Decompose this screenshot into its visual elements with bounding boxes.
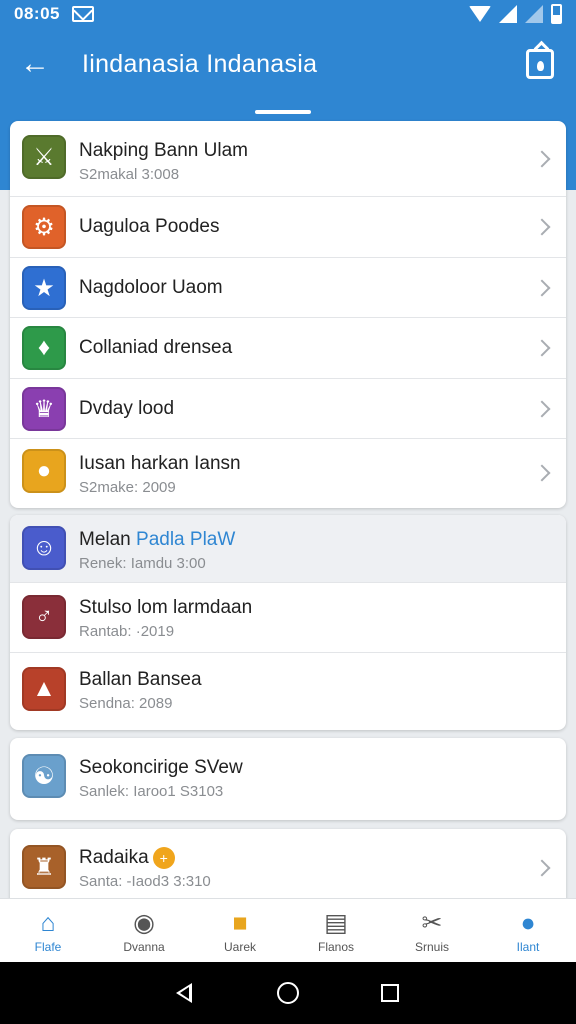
item-title-accent: Padla PlaW	[136, 529, 236, 550]
item-title: Melan Padla PlaW	[79, 529, 516, 551]
chevron-right-icon	[533, 464, 551, 482]
wifi-icon	[469, 6, 491, 22]
signal-secondary-icon	[525, 5, 543, 23]
list-item[interactable]: ● Iusan harkan Iansn S2make: 2009	[10, 439, 566, 508]
drag-handle[interactable]	[255, 110, 311, 114]
system-back-button[interactable]	[176, 983, 192, 1003]
nav-home[interactable]: ⌂ Flafe	[0, 899, 96, 962]
share-button[interactable]	[526, 49, 554, 79]
battery-icon	[551, 4, 562, 24]
fox-game-icon: ▲	[22, 667, 66, 711]
signal-icon	[499, 5, 517, 23]
system-home-button[interactable]	[277, 982, 299, 1004]
item-title-main: Melan	[79, 529, 137, 550]
nav-news[interactable]: ▤ Flanos	[288, 899, 384, 962]
news-icon: ▤	[324, 908, 348, 937]
nav-label: Flafe	[34, 939, 62, 954]
nav-label: Ilant	[516, 939, 540, 954]
item-subtitle: Rantab: ·2019	[79, 623, 175, 640]
bird-game-icon: ●	[22, 449, 66, 493]
arrow-left-icon: ←	[20, 47, 50, 80]
app-list-card-3: ☯ Seokoncirige SVew Sanlek: Iaroo1 S3103	[10, 738, 566, 820]
item-title: Collaniad drensea	[79, 337, 233, 358]
item-title: Stulso lom larmdaan	[79, 597, 253, 618]
chevron-right-icon	[533, 400, 551, 418]
nav-label: Flanos	[317, 939, 355, 954]
item-subtitle: Sanlek: Iaroo1 S3103	[79, 783, 224, 800]
item-subtitle: S2makal 3:008	[79, 166, 180, 183]
hero-game-icon: ♂	[22, 595, 66, 639]
item-subtitle: Renek: Iamdu 3:00	[79, 555, 206, 572]
robot-icon: ■	[232, 908, 248, 937]
page-title: Iindanasia Indanasia	[82, 49, 318, 78]
app-list-card-1: ⚔ Nakping Bann Ulam S2makal 3:008 ⚙ Uagu…	[10, 121, 566, 508]
cowboy-game-icon: ♜	[22, 845, 66, 889]
item-title: Uagulоa Poodes	[79, 216, 220, 237]
item-title: Nakping Bann Ulam	[79, 140, 248, 161]
item-title-text: Radaika	[79, 847, 149, 869]
girl-game-icon: ☯	[22, 754, 66, 798]
nav-label: Srnuis	[414, 939, 449, 954]
app-list-card-2: ☺ Melan Padla PlaW Renek: Iamdu 3:00 ♂ S…	[10, 515, 566, 730]
list-item-highlighted[interactable]: ☺ Melan Padla PlaW Renek: Iamdu 3:00	[10, 515, 566, 583]
item-title: Ballan Bansea	[79, 669, 202, 690]
status-indicators	[469, 4, 562, 24]
bottom-navigation: ⌂ Flafe ◉ Dvanna ■ Uarek ▤ Flanos ✂ Srnu…	[0, 898, 576, 962]
system-recents-button[interactable]	[381, 984, 399, 1002]
discover-icon: ◉	[133, 908, 155, 937]
item-title: Iusan harkan Iansn	[79, 453, 241, 474]
warrior-game-icon: ⚔	[22, 135, 66, 179]
chat-app-icon: ☺	[22, 526, 66, 570]
list-item[interactable]: ★ Nagdoloor Uaom	[10, 258, 566, 318]
chevron-right-icon	[533, 859, 551, 877]
mail-icon	[71, 6, 94, 22]
tools-icon: ✂	[421, 908, 443, 937]
status-time: 08:05	[14, 4, 60, 23]
crest-game-icon: ♛	[22, 387, 66, 431]
profile-icon: ●	[520, 908, 536, 937]
item-title: Dvday lood	[79, 398, 175, 419]
chevron-right-icon	[533, 150, 551, 168]
item-subtitle: S2make: 2009	[79, 479, 176, 496]
list-item[interactable]: ☯ Seokoncirige SVew Sanlek: Iaroo1 S3103	[10, 738, 566, 820]
list-item[interactable]: ♛ Dvday lood	[10, 379, 566, 439]
list-item[interactable]: ▲ Ballan Bansea Sendna: 2089	[10, 653, 566, 730]
item-title: Nagdoloor Uaom	[79, 277, 223, 298]
item-title: Radaika +	[79, 847, 516, 869]
status-bar: 08:05	[0, 0, 576, 28]
system-navigation-bar	[0, 962, 576, 1024]
chevron-right-icon	[533, 218, 551, 236]
plus-badge-icon: +	[152, 847, 175, 869]
nav-label: Dvanna	[123, 939, 165, 954]
list-item[interactable]: ♦ Collaniad drensea	[10, 318, 566, 379]
list-item[interactable]: ♂ Stulso lom larmdaan Rantab: ·2019	[10, 583, 566, 653]
chevron-right-icon	[533, 339, 551, 357]
chevron-right-icon	[533, 279, 551, 297]
item-title: Seokoncirige SVew	[79, 757, 243, 778]
nav-discover[interactable]: ◉ Dvanna	[96, 899, 192, 962]
nav-robot[interactable]: ■ Uarek	[192, 899, 288, 962]
list-item[interactable]: ⚔ Nakping Bann Ulam S2makal 3:008	[10, 121, 566, 197]
item-subtitle: Santa: -Iaod3 3:310	[79, 873, 211, 891]
star-hero-game-icon: ★	[22, 266, 66, 310]
shield-game-icon: ⚙	[22, 205, 66, 249]
nav-label: Uarek	[223, 939, 256, 954]
back-button[interactable]: ←	[0, 28, 70, 100]
badge-game-icon: ♦	[22, 326, 66, 370]
app-bar: ← Iindanasia Indanasia	[0, 28, 576, 100]
nav-tools[interactable]: ✂ Srnuis	[384, 899, 480, 962]
list-item[interactable]: ⚙ Uagulоa Poodes	[10, 197, 566, 258]
nav-profile[interactable]: ● Ilant	[480, 899, 576, 962]
item-subtitle: Sendna: 2089	[79, 695, 173, 712]
home-icon: ⌂	[40, 908, 56, 937]
